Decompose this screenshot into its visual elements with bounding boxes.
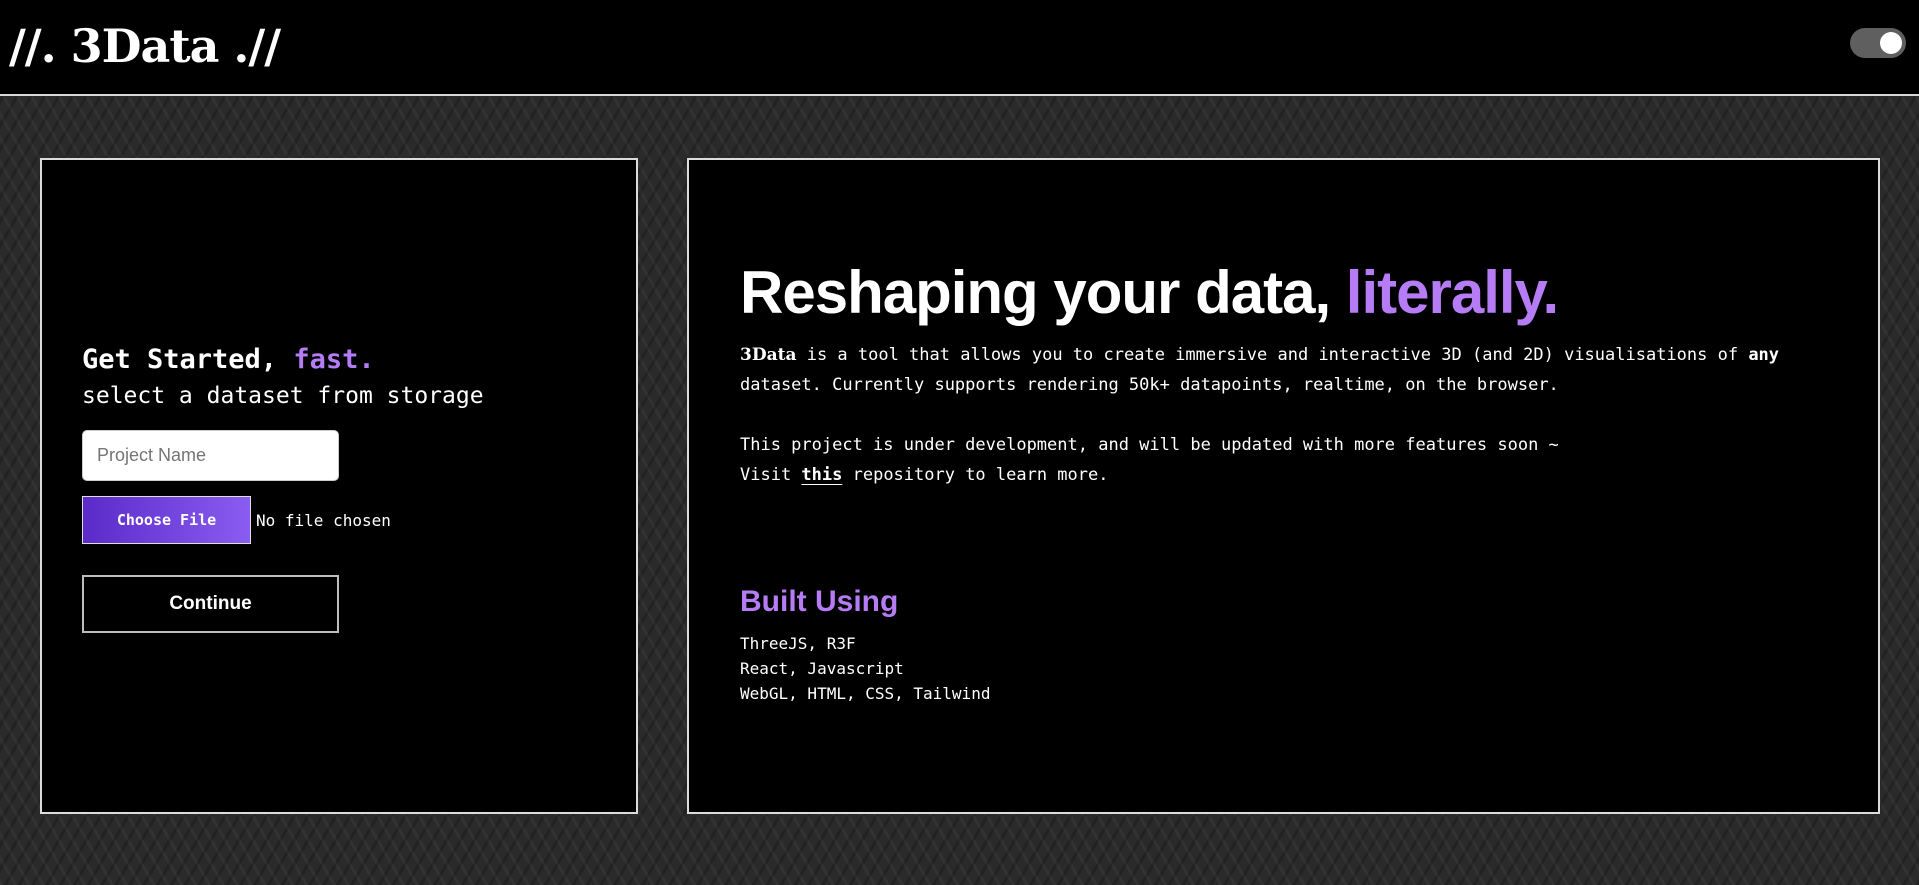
built-using-heading: Built Using [740, 585, 899, 618]
hero-title: Reshaping your data, literally. [740, 258, 1559, 328]
brand-inline-name: 3Data [740, 345, 797, 365]
get-started-subheading: select a dataset from storage [82, 383, 484, 409]
description-text-2: dataset. Currently supports rendering 50… [740, 375, 1559, 395]
get-started-heading-text: Get Started, [82, 344, 278, 375]
hero-title-accent: literally. [1345, 259, 1559, 326]
visit-prefix: Visit [740, 465, 802, 485]
choose-file-button[interactable]: Choose File [82, 496, 251, 544]
hero-title-text: Reshaping your data, [740, 259, 1331, 326]
dev-note: This project is under development, and w… [740, 435, 1559, 455]
tech-stack-list: ThreeJS, R3F React, Javascript WebGL, HT… [740, 631, 990, 706]
theme-toggle-knob [1880, 32, 1902, 54]
project-description: 3Data is a tool that allows you to creat… [740, 340, 1850, 490]
continue-button[interactable]: Continue [82, 575, 339, 633]
description-text-1: is a tool that allows you to create imme… [796, 345, 1749, 365]
list-item: React, Javascript [740, 659, 904, 678]
get-started-heading-accent: fast. [293, 344, 375, 375]
repository-link[interactable]: this [801, 465, 842, 485]
visit-line: Visit this repository to learn more. [740, 460, 1850, 490]
top-navbar: //. 3Data .// [0, 0, 1919, 96]
get-started-panel: Get Started, fast. select a dataset from… [40, 158, 638, 814]
file-picker: Choose File No file chosen [82, 496, 391, 544]
app-logo[interactable]: //. 3Data .// [9, 14, 281, 78]
get-started-heading: Get Started, fast. [82, 343, 375, 377]
visit-suffix: repository to learn more. [842, 465, 1109, 485]
list-item: ThreeJS, R3F [740, 634, 856, 653]
theme-toggle[interactable] [1850, 28, 1906, 58]
description-paragraph: 3Data is a tool that allows you to creat… [740, 340, 1850, 400]
list-item: WebGL, HTML, CSS, Tailwind [740, 684, 991, 703]
about-panel: Reshaping your data, literally. 3Data is… [687, 158, 1880, 814]
description-emphasis: any [1748, 345, 1780, 365]
project-name-input[interactable] [82, 430, 339, 481]
file-status-text: No file chosen [256, 510, 391, 530]
